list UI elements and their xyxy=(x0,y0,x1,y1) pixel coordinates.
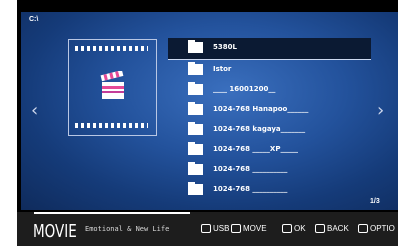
file-name: 5380L xyxy=(213,43,237,51)
folder-icon xyxy=(188,182,203,195)
filmstrip-bottom xyxy=(75,123,148,128)
folder-icon xyxy=(188,162,203,175)
back-hint[interactable]: BACK xyxy=(315,224,349,233)
file-row[interactable]: Istor xyxy=(168,60,371,80)
back-hint-label: BACK xyxy=(327,224,349,233)
clapperboard-icon xyxy=(100,71,124,99)
chevron-right-icon[interactable]: › xyxy=(377,100,384,121)
file-row[interactable]: 5380L xyxy=(168,38,371,60)
page-indicator: 1/3 xyxy=(370,198,380,205)
chevron-left-icon[interactable]: ‹ xyxy=(31,100,38,121)
file-row[interactable]: 1024-768 kagaya_______ xyxy=(168,120,371,140)
file-row[interactable]: 1024-768 Hanapoo______ xyxy=(168,100,371,120)
bottom-bar: MOVIE Emotional & New Life USB MOVE OK B… xyxy=(17,212,398,246)
filmstrip-top xyxy=(75,46,148,51)
folder-icon xyxy=(188,102,203,115)
file-name: 1024-768 __________ xyxy=(213,165,288,173)
file-name: ____ 16001200__ xyxy=(213,85,276,93)
file-name: Istor xyxy=(213,65,232,73)
option-icon xyxy=(358,224,368,233)
folder-icon xyxy=(188,62,203,75)
move-hint-label: MOVE xyxy=(243,224,267,233)
file-list: 5380L Istor ____ 16001200__ 1024-768 Han… xyxy=(168,38,371,200)
section-subtitle: Emotional & New Life xyxy=(85,225,170,233)
current-path: C:\ xyxy=(29,16,39,23)
usb-icon xyxy=(201,224,211,233)
file-name: 1024-768 kagaya_______ xyxy=(213,125,306,133)
section-title: MOVIE xyxy=(33,221,77,242)
file-row[interactable]: 1024-768 __________ xyxy=(168,160,371,180)
screen-frame: C:\ ‹ › 5380L Istor ____ 16001200__ 1024… xyxy=(17,0,398,246)
folder-icon xyxy=(188,142,203,155)
file-row[interactable]: 1024-768 _____XP_____ xyxy=(168,140,371,160)
tv-screen: C:\ ‹ › 5380L Istor ____ 16001200__ 1024… xyxy=(0,0,398,246)
option-hint[interactable]: OPTIO xyxy=(358,224,395,233)
move-hint[interactable]: MOVE xyxy=(231,224,267,233)
file-name: 1024-768 _____XP_____ xyxy=(213,145,298,153)
movie-preview xyxy=(68,39,157,136)
ok-hint[interactable]: OK xyxy=(282,224,306,233)
media-browser: C:\ ‹ › 5380L Istor ____ 16001200__ 1024… xyxy=(21,12,398,210)
folder-icon xyxy=(188,82,203,95)
progress-bar xyxy=(34,212,191,214)
file-row[interactable]: ____ 16001200__ xyxy=(168,80,371,100)
file-row[interactable]: 1024-768 __________ xyxy=(168,180,371,200)
folder-icon xyxy=(188,122,203,135)
option-hint-label: OPTIO xyxy=(370,224,395,233)
ok-icon xyxy=(282,224,292,233)
usb-hint[interactable]: USB xyxy=(201,224,229,233)
folder-icon xyxy=(188,40,203,53)
ok-hint-label: OK xyxy=(294,224,306,233)
file-name: 1024-768 Hanapoo______ xyxy=(213,105,309,113)
back-icon xyxy=(315,224,325,233)
usb-hint-label: USB xyxy=(213,224,230,233)
move-icon xyxy=(231,224,241,233)
file-name: 1024-768 __________ xyxy=(213,185,288,193)
